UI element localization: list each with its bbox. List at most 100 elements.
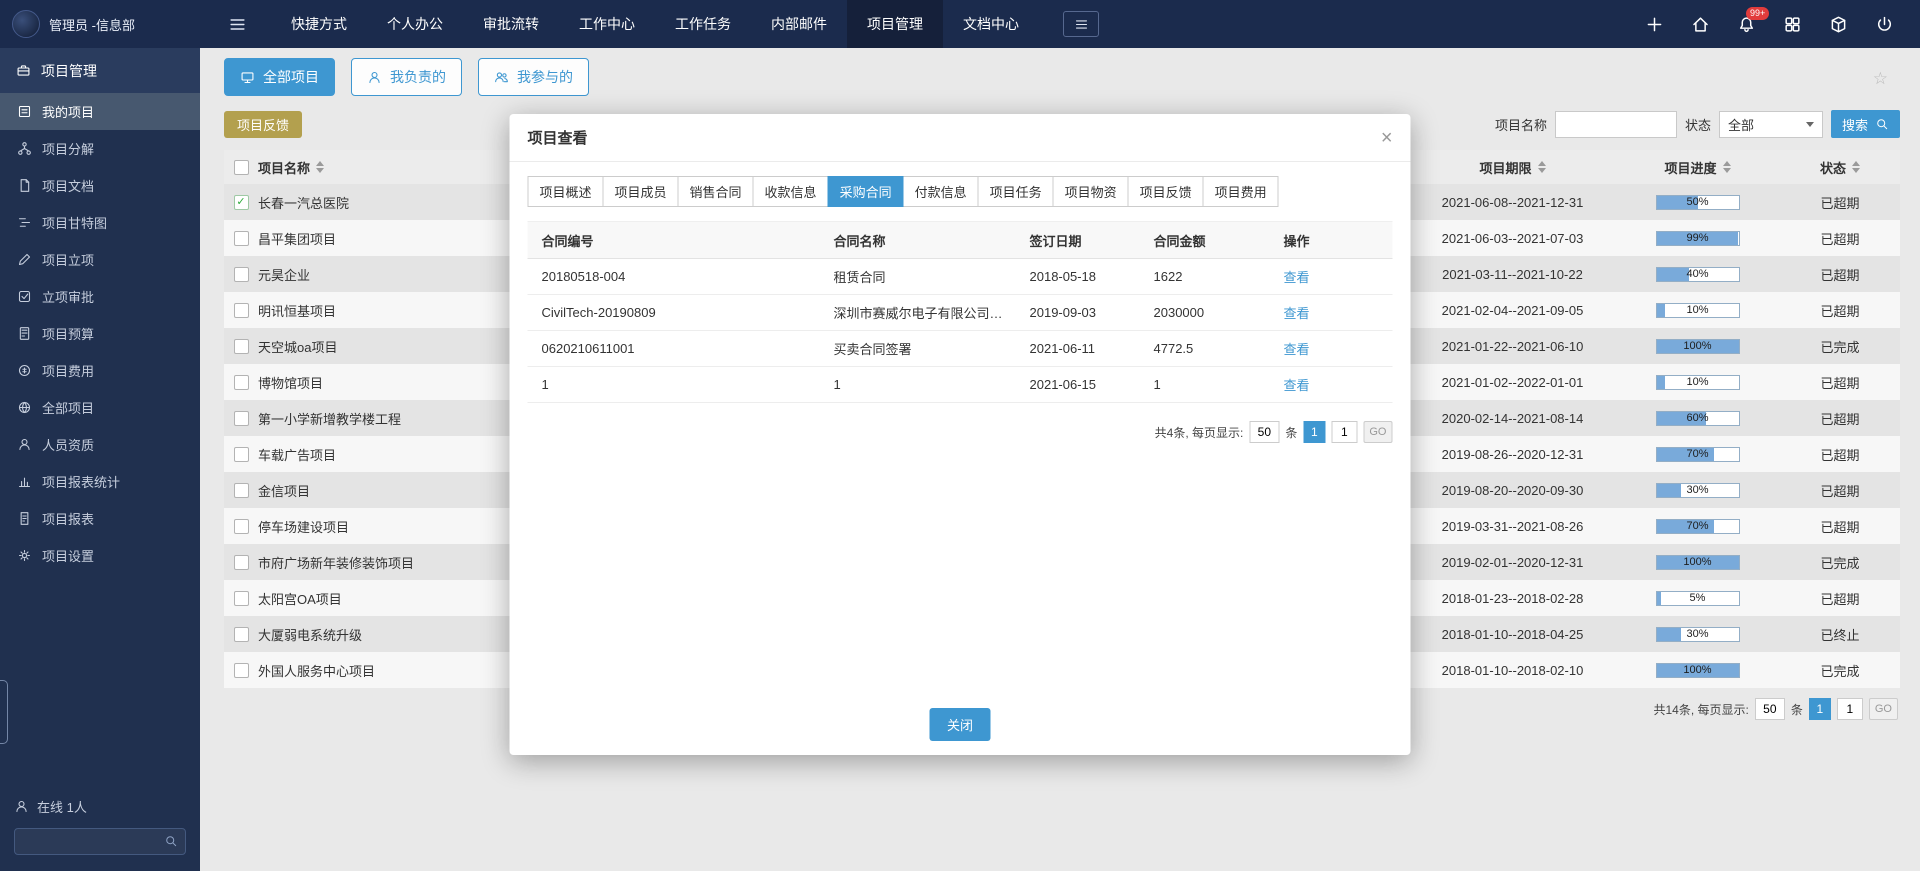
goto-page-input[interactable]: [1331, 421, 1357, 443]
report-icon: [17, 511, 32, 526]
status-select[interactable]: 全部: [1719, 111, 1823, 138]
more-menu-button[interactable]: [1063, 11, 1099, 37]
project-feedback-button[interactable]: 项目反馈: [224, 111, 302, 138]
filter-button[interactable]: 全部项目: [224, 58, 335, 96]
sort-icon: [1723, 161, 1731, 173]
view-link[interactable]: 查看: [1284, 342, 1310, 357]
contract-table-header: 合同编号合同名称签订日期合同金额操作: [528, 221, 1393, 259]
contract-row: 0620210611001 买卖合同签署 2021-06-11 4772.5 查…: [528, 331, 1393, 367]
sidebar-item[interactable]: 项目设置: [0, 537, 200, 574]
top-nav-item[interactable]: 个人办公: [367, 0, 463, 48]
modal-tab[interactable]: 收款信息: [753, 176, 829, 207]
modal-tab[interactable]: 项目反馈: [1128, 176, 1204, 207]
top-nav-item[interactable]: 项目管理: [847, 0, 943, 48]
top-nav-item[interactable]: 内部邮件: [751, 0, 847, 48]
progress-bar: 60%: [1656, 411, 1740, 426]
row-checkbox[interactable]: [234, 267, 249, 282]
row-checkbox[interactable]: [234, 483, 249, 498]
sidebar-item[interactable]: 我的项目: [0, 93, 200, 130]
top-nav-item[interactable]: 文档中心: [943, 0, 1039, 48]
gantt-icon: [17, 215, 32, 230]
current-page-button[interactable]: 1: [1809, 698, 1831, 720]
sidebar-item[interactable]: 人员资质: [0, 426, 200, 463]
cube-icon: [1829, 15, 1848, 34]
plus-icon[interactable]: [1645, 15, 1664, 34]
page-size-input[interactable]: [1249, 421, 1279, 443]
sidebar-item[interactable]: 项目报表统计: [0, 463, 200, 500]
cube-icon[interactable]: [1829, 15, 1848, 34]
top-nav-item[interactable]: 工作中心: [559, 0, 655, 48]
contract-no: 1: [528, 377, 820, 392]
row-checkbox[interactable]: [234, 519, 249, 534]
row-checkbox[interactable]: [234, 591, 249, 606]
modal-tab[interactable]: 项目概述: [528, 176, 604, 207]
row-checkbox[interactable]: [234, 411, 249, 426]
column-header-status[interactable]: 状态: [1780, 158, 1900, 177]
select-all-checkbox[interactable]: [234, 160, 249, 175]
current-page-button[interactable]: 1: [1303, 421, 1325, 443]
project-name-input[interactable]: [1555, 111, 1677, 138]
menu-collapse-icon[interactable]: [228, 15, 247, 34]
row-checkbox[interactable]: [234, 303, 249, 318]
sidebar-collapse-handle[interactable]: [0, 680, 8, 744]
contract-date: 2021-06-15: [1016, 377, 1140, 392]
row-checkbox[interactable]: [234, 663, 249, 678]
modal-tab[interactable]: 项目任务: [978, 176, 1054, 207]
sidebar-item[interactable]: 项目报表: [0, 500, 200, 537]
progress-label: 30%: [1657, 628, 1739, 641]
user-info: 管理员 -信息部: [49, 15, 135, 34]
grid-icon[interactable]: [1783, 15, 1802, 34]
filter-button[interactable]: 我负责的: [351, 58, 462, 96]
modal-tab[interactable]: 采购合同: [828, 176, 904, 207]
sidebar-item[interactable]: 项目预算: [0, 315, 200, 352]
view-link[interactable]: 查看: [1284, 378, 1310, 393]
name-filter-label: 项目名称: [1495, 115, 1547, 134]
project-period: 2021-03-11--2021-10-22: [1410, 267, 1615, 282]
sidebar-item[interactable]: 项目费用: [0, 352, 200, 389]
top-nav-item[interactable]: 快捷方式: [271, 0, 367, 48]
search-button[interactable]: 搜索: [1831, 110, 1900, 138]
users-icon: [494, 70, 509, 85]
row-checkbox[interactable]: ✓: [234, 195, 249, 210]
sidebar-item[interactable]: 全部项目: [0, 389, 200, 426]
modal-tab[interactable]: 项目成员: [603, 176, 679, 207]
modal-tab[interactable]: 销售合同: [678, 176, 754, 207]
row-checkbox[interactable]: [234, 231, 249, 246]
favorite-star-icon[interactable]: ☆: [1873, 69, 1888, 89]
view-link[interactable]: 查看: [1284, 270, 1310, 285]
filter-button[interactable]: 我参与的: [478, 58, 589, 96]
modal-tab[interactable]: 付款信息: [903, 176, 979, 207]
modal-tab[interactable]: 项目费用: [1203, 176, 1279, 207]
row-checkbox[interactable]: [234, 339, 249, 354]
row-checkbox[interactable]: [234, 447, 249, 462]
bell-icon[interactable]: 99+: [1737, 15, 1756, 34]
power-icon[interactable]: [1875, 15, 1894, 34]
sidebar-item[interactable]: 项目文档: [0, 167, 200, 204]
go-button[interactable]: GO: [1869, 698, 1898, 720]
contract-row: CivilTech-20190809 深圳市赛威尔电子有限公司… 2019-09…: [528, 295, 1393, 331]
view-link[interactable]: 查看: [1284, 306, 1310, 321]
row-checkbox[interactable]: [234, 627, 249, 642]
top-nav-item[interactable]: 审批流转: [463, 0, 559, 48]
close-button[interactable]: 关闭: [930, 708, 990, 741]
project-status: 已超期: [1780, 193, 1900, 212]
hamburger-icon: [1074, 17, 1089, 32]
sidebar-item[interactable]: 项目分解: [0, 130, 200, 167]
sidebar-search-input[interactable]: [14, 828, 186, 855]
sidebar-item[interactable]: 立项审批: [0, 278, 200, 315]
progress-label: 30%: [1657, 484, 1739, 497]
top-nav-item[interactable]: 工作任务: [655, 0, 751, 48]
close-icon[interactable]: ×: [1381, 128, 1393, 148]
modal-title: 项目查看: [528, 127, 588, 148]
column-header-period[interactable]: 项目期限: [1410, 158, 1615, 177]
column-header-progress[interactable]: 项目进度: [1615, 158, 1780, 177]
row-checkbox[interactable]: [234, 555, 249, 570]
page-size-input[interactable]: [1755, 698, 1785, 720]
sidebar-item[interactable]: 项目甘特图: [0, 204, 200, 241]
row-checkbox[interactable]: [234, 375, 249, 390]
modal-tab[interactable]: 项目物资: [1053, 176, 1129, 207]
goto-page-input[interactable]: [1837, 698, 1863, 720]
home-icon[interactable]: [1691, 15, 1710, 34]
sidebar-item[interactable]: 项目立项: [0, 241, 200, 278]
go-button[interactable]: GO: [1363, 421, 1392, 443]
